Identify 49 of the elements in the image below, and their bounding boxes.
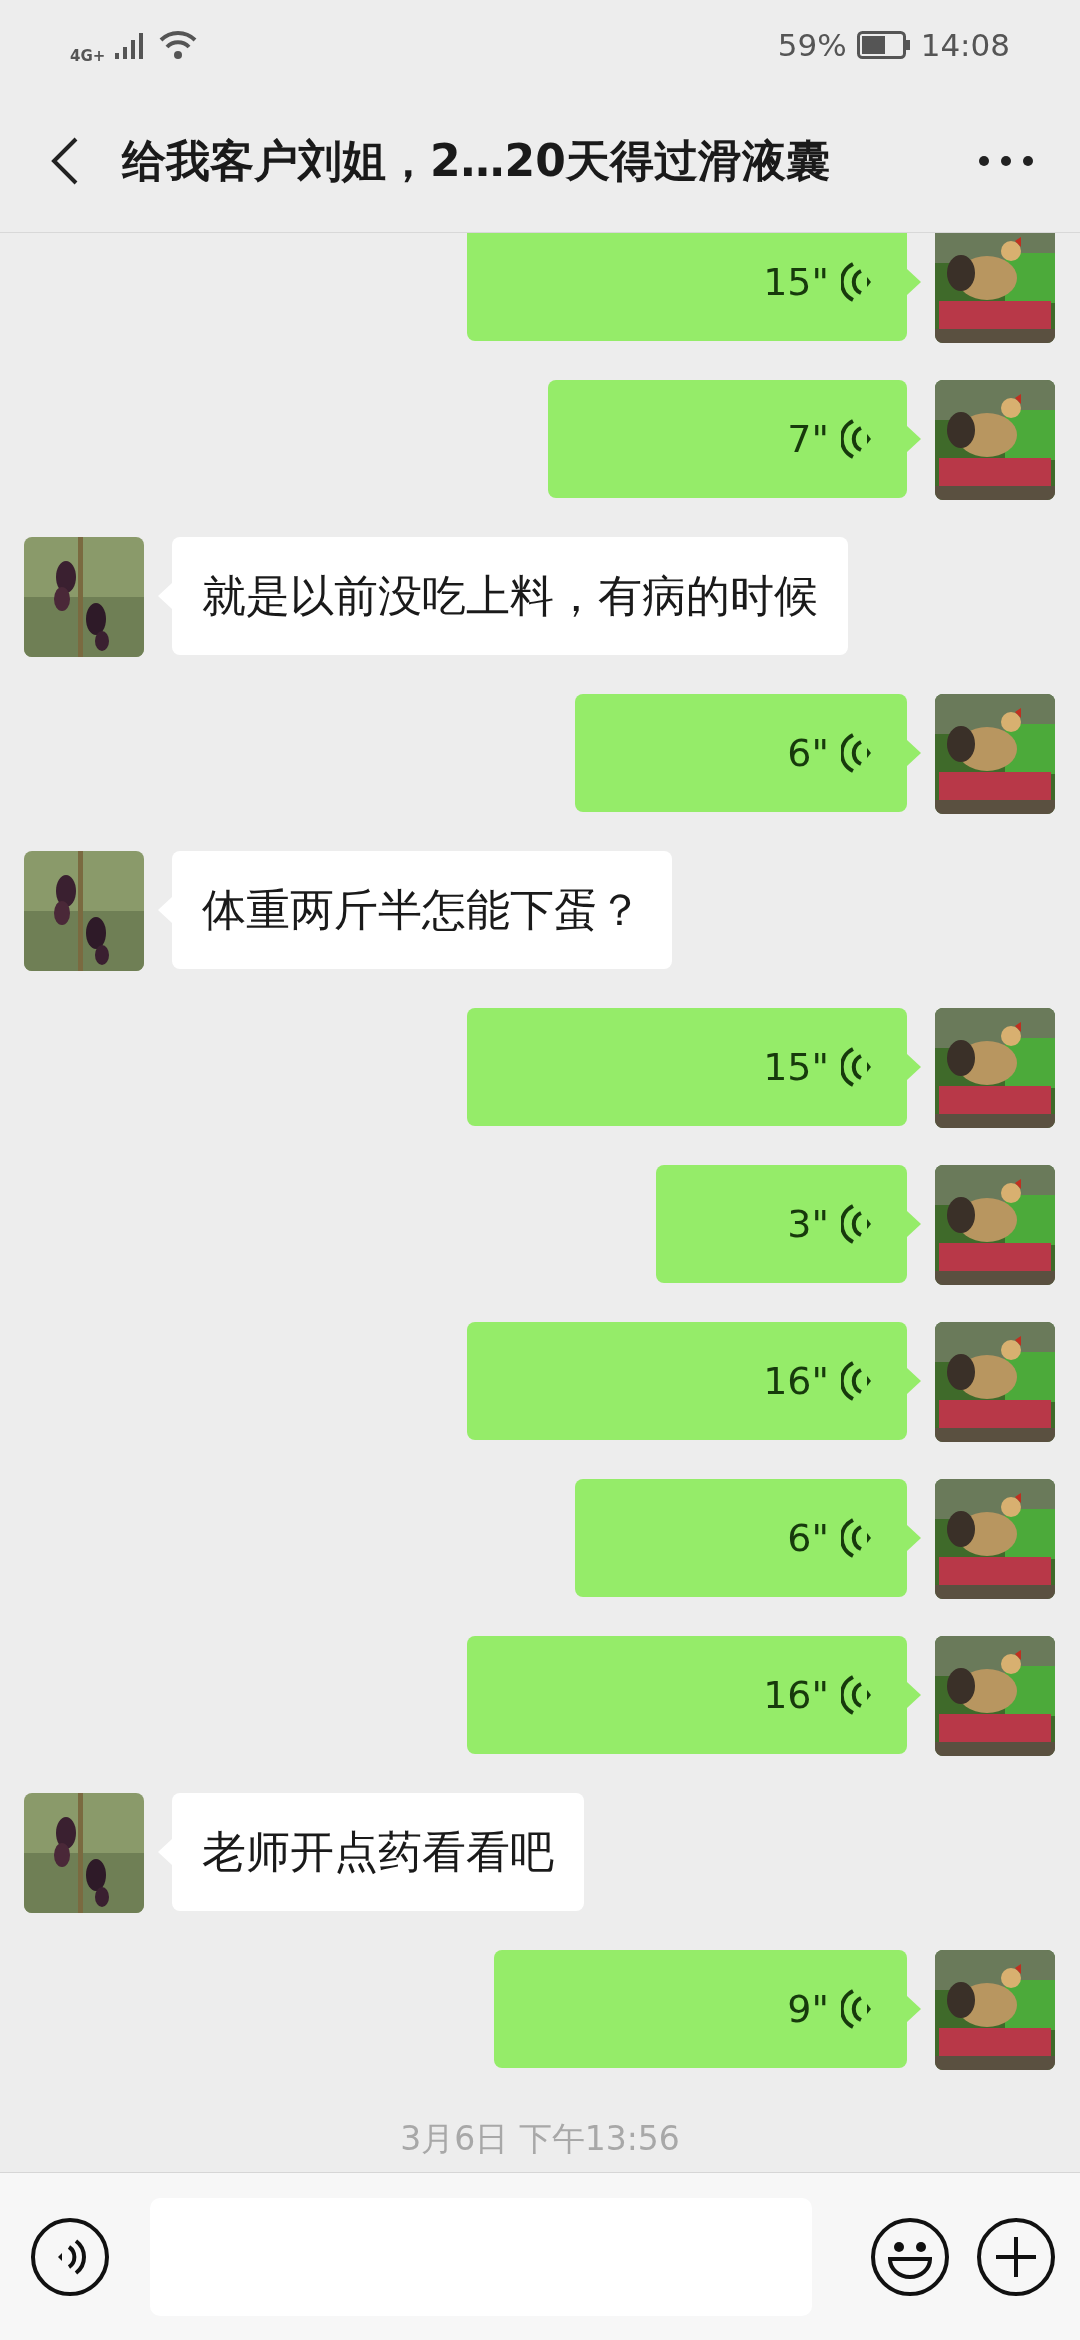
- bubble-tail: [907, 1054, 921, 1080]
- battery-icon: [856, 31, 911, 59]
- message-timestamp: 3月6日 下午13:56: [400, 2118, 680, 2160]
- voice-duration: 9": [787, 1987, 829, 2031]
- voice-wave-icon: [841, 1046, 871, 1088]
- voice-message-bubble[interactable]: 6": [575, 694, 907, 812]
- message-bubble: 体重两斤半怎能下蛋？: [172, 851, 672, 969]
- voice-wave-icon: [841, 418, 871, 460]
- clock-time: 14:08: [920, 27, 1010, 63]
- voice-wave-icon: [841, 1988, 871, 2030]
- network-label: 4G+: [70, 47, 106, 65]
- voice-wave-icon: [841, 1517, 871, 1559]
- bubble-tail: [907, 1996, 921, 2022]
- bubble-tail: [907, 740, 921, 766]
- voice-message-bubble[interactable]: 15": [467, 233, 907, 341]
- add-icon[interactable]: [976, 2216, 1056, 2297]
- voice-wave-icon: [841, 1360, 871, 1402]
- message-bubble: 就是以前没吃上料，有病的时候: [172, 537, 848, 655]
- bubble-tail: [907, 1682, 921, 1708]
- voice-duration: 15": [763, 1045, 829, 1089]
- bubble-tail: [907, 269, 921, 295]
- bubble-tail: [907, 1525, 921, 1551]
- voice-message-bubble[interactable]: 16": [467, 1636, 907, 1754]
- voice-message-bubble[interactable]: 6": [575, 1479, 907, 1597]
- voice-message-bubble[interactable]: 15": [467, 1008, 907, 1126]
- wifi-icon: [159, 30, 198, 60]
- voice-duration: 7": [787, 417, 829, 461]
- voice-duration: 16": [763, 1359, 829, 1403]
- voice-duration: 15": [763, 260, 829, 304]
- bubble-tail: [907, 1211, 921, 1237]
- voice-message-bubble[interactable]: 3": [656, 1165, 907, 1283]
- voice-message-bubble[interactable]: 16": [467, 1322, 907, 1440]
- voice-duration: 6": [787, 731, 829, 775]
- voice-duration: 3": [787, 1202, 829, 1246]
- message-bubble: 老师开点药看看吧: [172, 1793, 584, 1911]
- bubble-tail: [907, 1368, 921, 1394]
- voice-wave-icon: [841, 1674, 871, 1716]
- voice-message-bubble[interactable]: 7": [548, 380, 907, 498]
- voice-duration: 6": [787, 1516, 829, 1560]
- emoji-icon[interactable]: [870, 2216, 950, 2297]
- voice-message-bubble[interactable]: 9": [494, 1950, 907, 2068]
- voice-wave-icon: [841, 732, 871, 774]
- voice-wave-icon: [841, 1203, 871, 1245]
- bubble-tail: [907, 426, 921, 452]
- voice-wave-icon: [841, 261, 871, 303]
- battery-percent: 59%: [777, 27, 847, 63]
- voice-duration: 16": [763, 1673, 829, 1717]
- chat-title: 给我客户刘姐，2…20天得过滑液囊: [122, 133, 831, 188]
- voice-input-icon[interactable]: [30, 2216, 110, 2297]
